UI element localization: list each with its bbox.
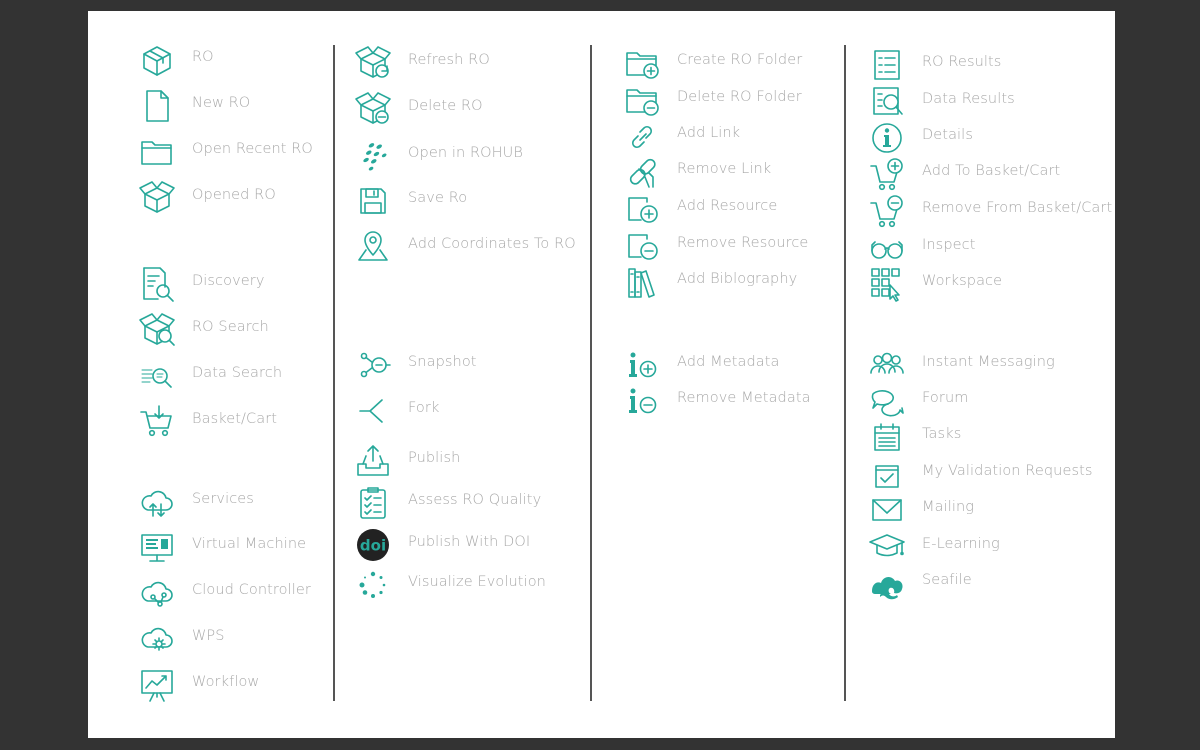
calendar-icon [868,418,906,456]
box-delete-icon [354,90,392,128]
books-icon [623,263,661,301]
menu-item-label: Remove Metadata [677,390,811,406]
menu-item-label: Add Coordinates To RO [408,236,576,252]
dotted-circle-icon [354,566,392,604]
menu-item-label: Fork [408,400,440,416]
menu-item-label: Add Link [677,125,741,141]
envelope-icon [868,491,906,529]
resource-remove-icon [623,227,661,265]
cloud-gear-icon [138,620,176,658]
menu-item-label: Refresh RO [408,52,490,68]
icon-sheet: RO New RO Open Recent RO Opened RO Discovery… [88,11,1115,738]
box-search-icon [138,311,176,349]
menu-item-label: Assess RO Quality [408,492,542,508]
menu-item-label: Virtual Machine [192,536,307,552]
menu-item-label: Details [922,127,973,143]
menu-item-label: Publish With DOI [408,534,531,550]
presentation-chart-icon [138,666,176,704]
column-divider [844,45,846,701]
rohub-logo-icon [354,137,392,175]
cart-remove-icon [868,192,906,230]
map-pin-icon [354,228,392,266]
menu-item-label: Remove Resource [677,235,809,251]
menu-item-label: Seafile [922,572,972,588]
menu-item-label: Save Ro [408,190,468,206]
menu-item-label: Workspace [922,273,1003,289]
menu-item-label: Publish [408,450,461,466]
menu-item-label: RO Results [922,54,1002,70]
menu-item-label: Create RO Folder [677,52,803,68]
menu-item-label: Visualize Evolution [408,574,546,590]
info-add-icon [623,346,661,384]
menu-item-label: Data Search [192,365,283,381]
monitor-icon [138,528,176,566]
cloud-network-icon [138,574,176,612]
menu-item-label: Open Recent RO [192,141,313,157]
info-circle-icon [868,119,906,157]
menu-item-label: New RO [192,95,251,111]
menu-item-label: Cloud Controller [192,582,311,598]
menu-item-label: Add Biblography [677,271,798,287]
resource-add-icon [623,190,661,228]
menu-item-label: E-Learning [922,536,1000,552]
cart-download-icon [138,403,176,441]
cart-add-icon [868,155,906,193]
cloud-transfer-icon [138,483,176,521]
menu-item-label: WPS [192,628,225,644]
folder-icon [138,133,176,171]
link-icon [623,117,661,155]
clipboard-check-icon [354,484,392,522]
list-icon [868,46,906,84]
menu-item-label: Services [192,491,254,507]
menu-item-label: Remove From Basket/Cart [922,200,1113,216]
menu-item-label: Add Resource [677,198,778,214]
menu-item-label: Basket/Cart [192,411,278,427]
broken-link-icon [623,153,661,191]
doi-logo-text: doi [360,537,386,555]
grid-pointer-icon [868,265,906,303]
menu-item-label: My Validation Requests [922,463,1093,479]
open-box-icon [138,179,176,217]
column-divider [590,45,592,701]
menu-item-label: Forum [922,390,969,406]
menu-item-label: Add To Basket/Cart [922,163,1061,179]
data-search-icon [138,357,176,395]
folder-add-icon [623,44,661,82]
menu-item-label: Add Metadata [677,354,780,370]
menu-item-label: Data Results [922,91,1015,107]
menu-item-label: Tasks [922,426,962,442]
menu-item-label: Snapshot [408,354,477,370]
box-icon [138,41,176,79]
document-search-icon [138,265,176,303]
info-remove-icon [623,382,661,420]
people-icon [868,346,906,384]
glasses-icon [868,229,906,267]
menu-item-label: Delete RO Folder [677,89,802,105]
menu-item-label: Opened RO [192,187,276,203]
doi-logo-icon: doi [354,526,392,564]
menu-item-label: RO Search [192,319,269,335]
menu-item-label: RO [192,49,214,65]
menu-item-label: Discovery [192,273,265,289]
menu-item-label: Remove Link [677,161,772,177]
menu-item-label: Inspect [922,237,976,253]
fork-icon [354,392,392,430]
menu-item-label: Workflow [192,674,260,690]
seafile-logo-icon [868,564,906,602]
column-divider [333,45,335,701]
graduation-cap-icon [868,528,906,566]
menu-item-label: Mailing [922,499,975,515]
new-file-icon [138,87,176,125]
tray-upload-icon [354,442,392,480]
menu-item-label: Delete RO [408,98,483,114]
box-refresh-icon [354,44,392,82]
menu-item-label: Open in ROHUB [408,145,523,161]
checkbox-icon [868,455,906,493]
snapshot-icon [354,346,392,384]
menu-item-label: Instant Messaging [922,354,1055,370]
chat-bubbles-icon [868,382,906,420]
save-icon [354,182,392,220]
folder-remove-icon [623,81,661,119]
list-search-icon [868,83,906,121]
